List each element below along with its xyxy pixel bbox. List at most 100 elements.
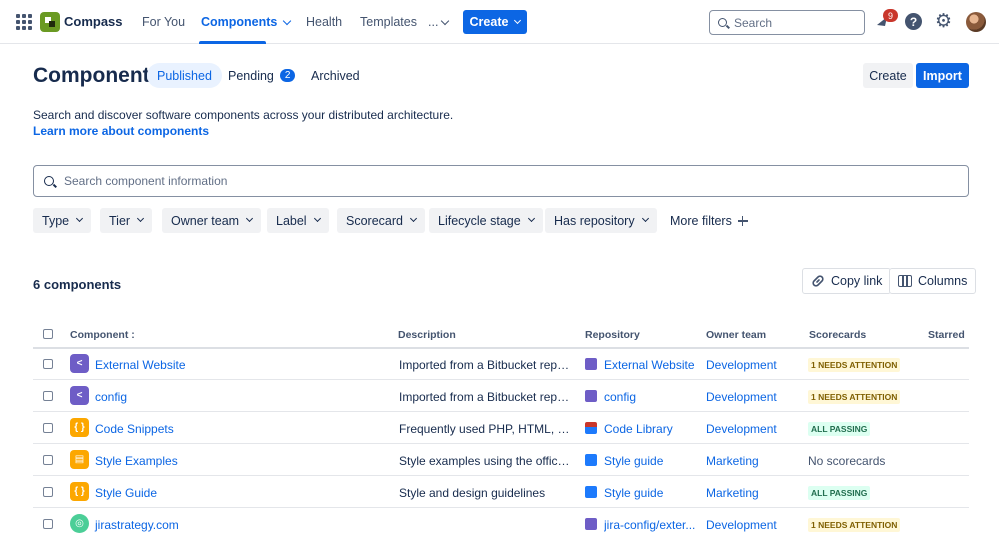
row-checkbox[interactable] [43, 423, 53, 433]
link-icon [812, 275, 824, 287]
table-row[interactable]: < config Imported from a Bitbucket repos… [33, 380, 969, 412]
column-header-owner-team[interactable]: Owner team [706, 329, 766, 341]
create-button-label: Create [469, 15, 509, 29]
component-search-input[interactable]: Search component information [33, 165, 969, 197]
bitbucket-icon [585, 518, 597, 530]
component-name-link[interactable]: External Website [95, 358, 186, 372]
repository-link[interactable]: config [604, 390, 704, 404]
nav-more-label: ... [428, 15, 439, 29]
plus-icon [737, 216, 748, 226]
tab-published[interactable]: Published [147, 63, 222, 88]
nav-components[interactable]: Components [201, 15, 292, 29]
table-row[interactable]: { } Code Snippets Frequently used PHP, H… [33, 412, 969, 444]
owner-team-link[interactable]: Marketing [706, 454, 759, 468]
document-icon [585, 486, 597, 498]
row-checkbox[interactable] [43, 391, 53, 401]
column-header-description[interactable]: Description [398, 329, 456, 341]
column-header-starred[interactable]: Starred [928, 329, 965, 341]
select-all-checkbox[interactable] [43, 329, 53, 339]
filter-tier[interactable]: Tier [100, 208, 153, 233]
component-name-link[interactable]: Code Snippets [95, 422, 174, 436]
nav-templates[interactable]: Templates [360, 15, 417, 29]
filter-owner-team[interactable]: Owner team [162, 208, 262, 233]
row-checkbox[interactable] [43, 519, 53, 529]
nav-health[interactable]: Health [306, 15, 342, 29]
compass-logo-icon[interactable] [40, 12, 60, 32]
chevron-down-icon [137, 214, 145, 223]
nav-components-label: Components [201, 15, 278, 29]
columns-button[interactable]: Columns [889, 268, 977, 294]
filter-label[interactable]: Label [267, 208, 329, 233]
chevron-down-icon [313, 214, 321, 223]
share-icon: < [70, 386, 89, 405]
share-icon: < [70, 354, 89, 373]
notification-count-badge: 9 [883, 9, 898, 22]
row-checkbox[interactable] [43, 487, 53, 497]
search-icon [718, 18, 727, 27]
owner-team-link[interactable]: Development [706, 358, 777, 372]
braces-icon: { } [70, 418, 89, 437]
chevron-down-icon [409, 214, 418, 223]
tab-pending-label: Pending [228, 68, 274, 83]
scorecard-status-badge[interactable]: ALL PASSING [808, 486, 871, 500]
scorecard-status-badge[interactable]: 1 NEEDS ATTENTION [808, 390, 901, 404]
globe-icon: ◎ [70, 514, 89, 533]
owner-team-link[interactable]: Development [706, 518, 777, 532]
repository-link[interactable]: External Website [604, 358, 704, 372]
filter-type[interactable]: Type [33, 208, 92, 233]
create-button[interactable]: Create [463, 10, 527, 34]
filter-scorecard-label: Scorecard [346, 213, 403, 228]
help-icon[interactable]: ? [905, 13, 922, 30]
component-name-link[interactable]: jirastrategy.com [95, 518, 179, 532]
global-search-placeholder: Search [734, 15, 773, 30]
app-switcher-icon[interactable] [16, 14, 32, 30]
scorecard-status-badge[interactable]: 1 NEEDS ATTENTION [808, 358, 901, 372]
tab-archived[interactable]: Archived [301, 63, 370, 88]
settings-gear-icon[interactable]: ⚙ [935, 12, 952, 31]
component-description: Style examples using the official s... [399, 454, 571, 468]
nav-for-you[interactable]: For You [142, 15, 185, 29]
owner-team-link[interactable]: Development [706, 422, 777, 436]
filter-lifecycle-label: Lifecycle stage [438, 213, 521, 228]
table-row[interactable]: { } Style Guide Style and design guideli… [33, 476, 969, 508]
columns-icon [898, 275, 912, 287]
layout-icon: ▤ [70, 450, 89, 469]
more-filters-button[interactable]: More filters [670, 214, 748, 228]
chevron-down-icon [527, 214, 535, 223]
filter-scorecard[interactable]: Scorecard [337, 208, 425, 233]
nav-more[interactable]: ... [428, 15, 450, 29]
global-search-input[interactable]: Search [709, 10, 865, 35]
owner-team-link[interactable]: Development [706, 390, 777, 404]
filter-has-repository[interactable]: Has repository [545, 208, 657, 233]
column-header-repository[interactable]: Repository [585, 329, 640, 341]
create-component-button[interactable]: Create [863, 63, 913, 88]
owner-team-link[interactable]: Marketing [706, 486, 759, 500]
component-name-link[interactable]: config [95, 390, 127, 404]
page-description: Search and discover software components … [33, 108, 454, 122]
scorecard-status-badge[interactable]: ALL PASSING [808, 422, 871, 436]
component-name-link[interactable]: Style Guide [95, 486, 157, 500]
filter-tier-label: Tier [109, 213, 131, 228]
brand-name[interactable]: Compass [64, 14, 123, 29]
column-header-scorecards[interactable]: Scorecards [809, 329, 866, 341]
row-checkbox[interactable] [43, 455, 53, 465]
copy-link-button[interactable]: Copy link [802, 268, 892, 294]
scorecard-status-badge[interactable]: 1 NEEDS ATTENTION [808, 518, 901, 532]
columns-label: Columns [918, 274, 968, 288]
chevron-down-icon [283, 16, 292, 26]
repository-link[interactable]: Code Library [604, 422, 704, 436]
repository-link[interactable]: jira-config/exter... [604, 518, 704, 532]
filter-lifecycle-stage[interactable]: Lifecycle stage [429, 208, 543, 233]
table-row[interactable]: ◎ jirastrategy.com jira-config/exter... … [33, 508, 969, 534]
import-button[interactable]: Import [916, 63, 969, 88]
learn-more-link[interactable]: Learn more about components [33, 124, 209, 138]
component-name-link[interactable]: Style Examples [95, 454, 178, 468]
tab-pending[interactable]: Pending 2 [218, 63, 305, 88]
row-checkbox[interactable] [43, 359, 53, 369]
repository-link[interactable]: Style guide [604, 454, 704, 468]
user-avatar[interactable] [966, 12, 986, 32]
table-row[interactable]: < External Website Imported from a Bitbu… [33, 348, 969, 380]
repository-link[interactable]: Style guide [604, 486, 704, 500]
column-header-component[interactable]: Component : [70, 329, 135, 341]
table-row[interactable]: ▤ Style Examples Style examples using th… [33, 444, 969, 476]
